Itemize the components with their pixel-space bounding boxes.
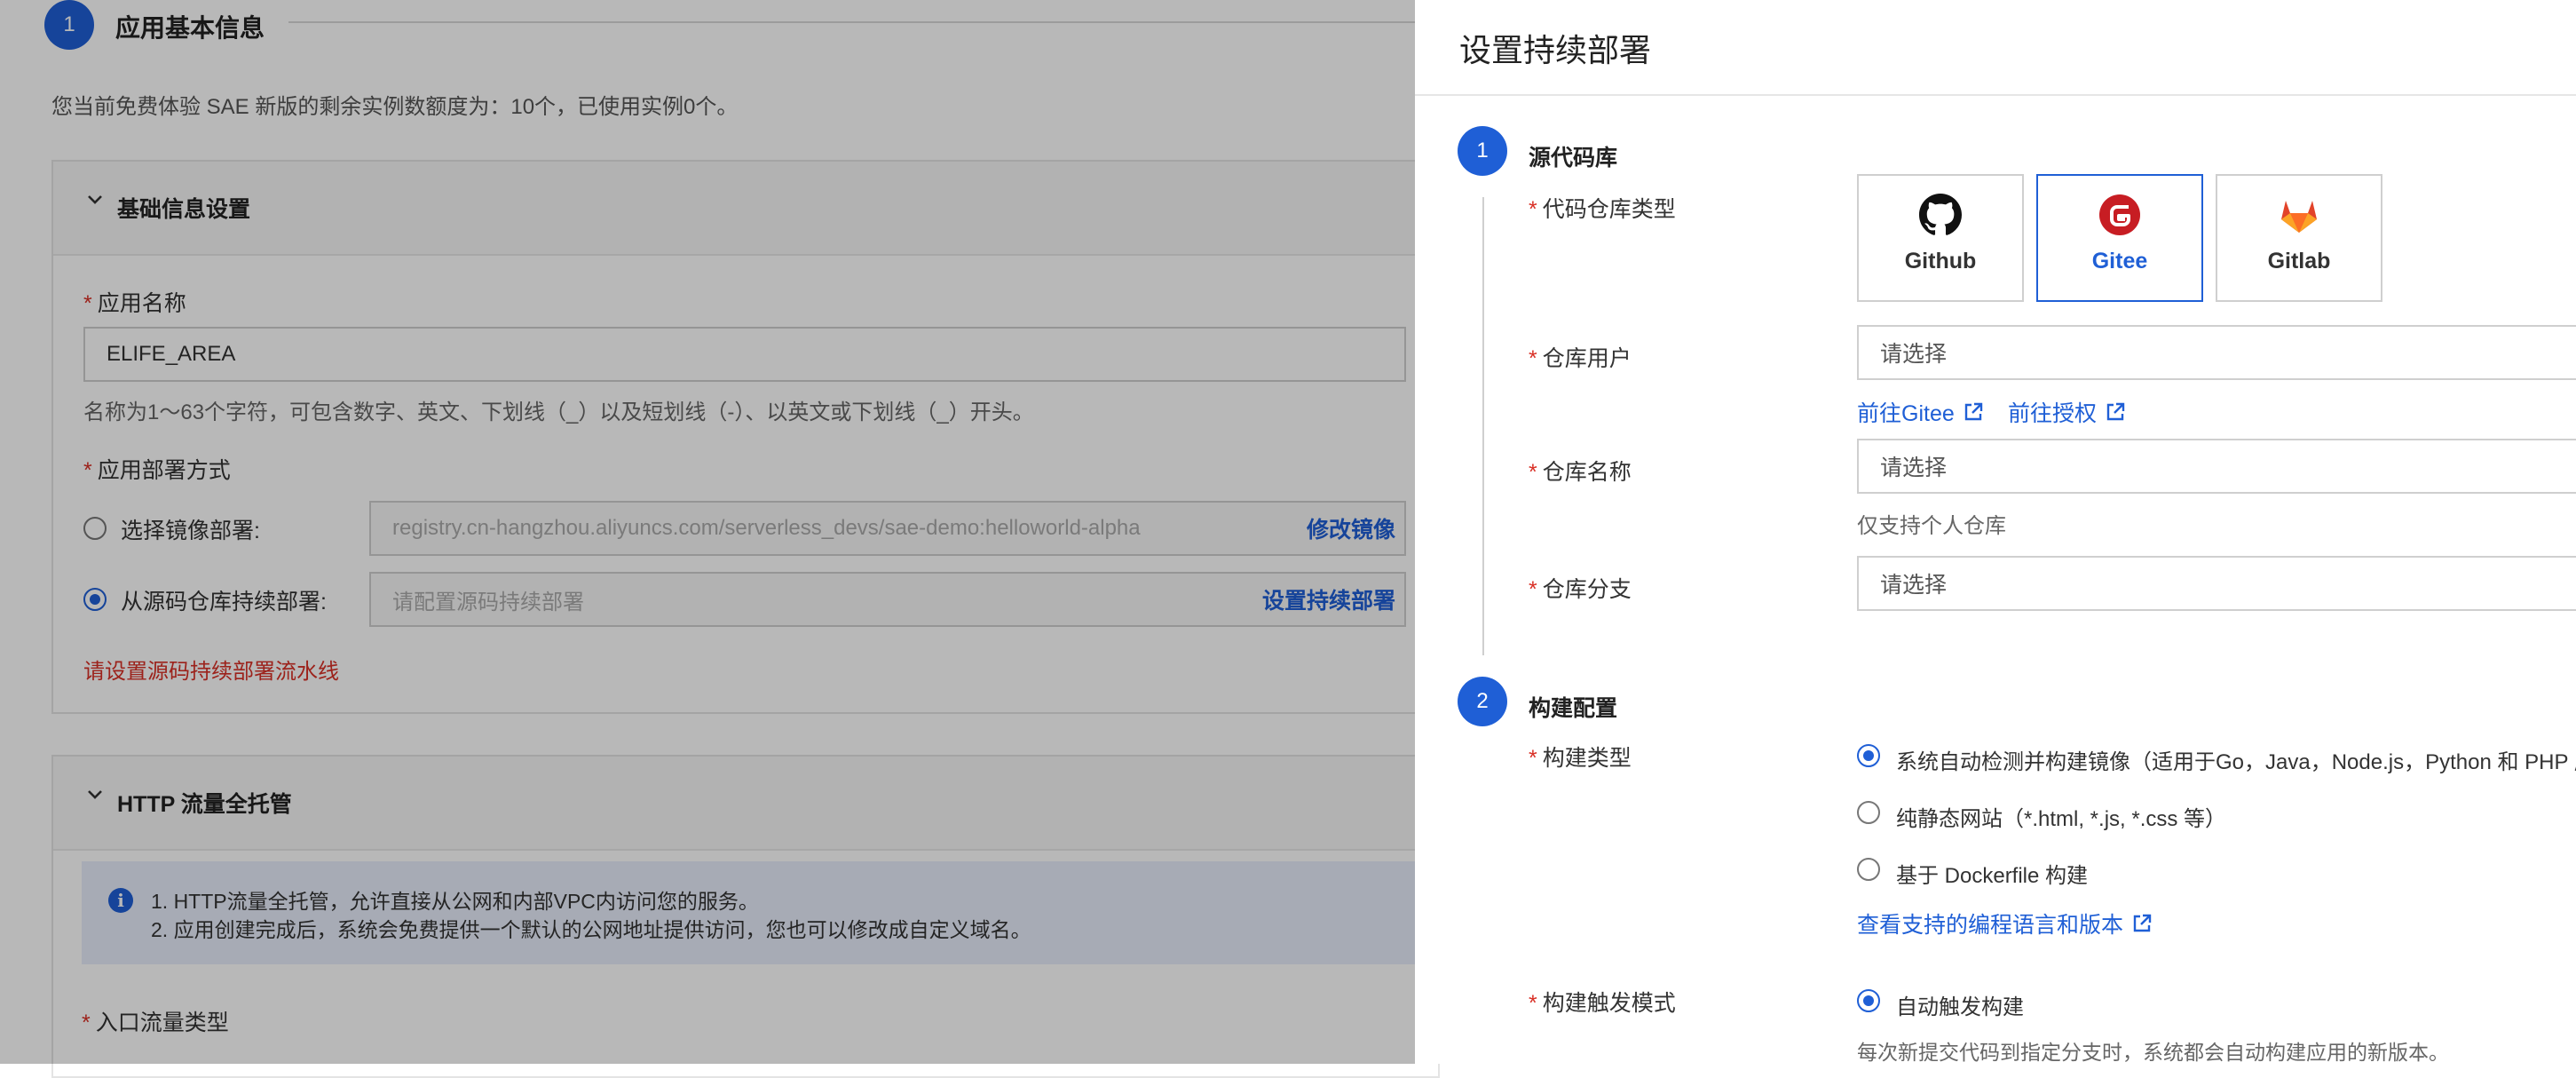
repo-user-label: * 仓库用户 [1529,346,1632,371]
gitlab-label: Gitlab [2267,249,2331,273]
branch-select[interactable]: 请选择 [1857,556,2576,611]
supported-languages-text: 查看支持的编程语言和版本 [1857,913,2124,938]
supported-languages-link[interactable]: 查看支持的编程语言和版本 [1857,908,2152,939]
goto-gitee-link[interactable]: 前往Gitee [1857,396,1983,428]
repo-name-select[interactable]: 请选择 [1857,439,2576,494]
goto-auth-link[interactable]: 前往授权 [2008,396,2125,428]
repo-type-label: * 代码仓库类型 [1529,197,1676,222]
gitee-icon [2099,194,2140,235]
gitlab-icon [2281,201,2317,233]
gitee-label: Gitee [2091,249,2148,273]
build-type-label: * 构建类型 [1529,746,1632,771]
drawer-title: 设置持续部署 [1459,32,1652,68]
step-1-circle: 1 [1458,126,1507,176]
modal-overlay[interactable] [0,0,1420,1064]
repo-name-label: * 仓库名称 [1529,460,1632,485]
external-link-icon [2106,402,2125,421]
continuous-deploy-drawer: 设置持续部署 1 源代码库 * 代码仓库类型 Github Gitee Gitla… [1415,0,2576,1064]
branch-label: * 仓库分支 [1529,577,1632,602]
build-option-auto-radio[interactable] [1857,744,1880,767]
build-option-dockerfile-radio[interactable] [1857,858,1880,881]
github-label: Github [1904,249,1977,273]
step-1-connector [1482,197,1484,655]
repo-type-gitlab[interactable]: Gitlab [2216,174,2382,302]
goto-gitee-text: 前往Gitee [1857,401,1955,426]
step-2-circle: 2 [1458,677,1507,726]
github-icon [1919,194,1962,235]
drawer-divider [1415,94,2576,96]
goto-auth-text: 前往授权 [2008,401,2098,426]
trigger-auto-label: 自动触发构建 [1896,995,2024,1019]
repo-name-help: 仅支持个人仓库 [1857,514,2006,538]
repo-name-placeholder: 请选择 [1880,456,1948,480]
repo-type-github[interactable]: Github [1857,174,2024,302]
trigger-help: 每次新提交代码到指定分支时，系统都会自动构建应用的新版本。 [1857,1041,2449,1064]
external-link-icon [2133,914,2152,932]
build-option-static-radio[interactable] [1857,801,1880,824]
step-2-number: 2 [1476,689,1489,713]
repo-user-select[interactable]: 请选择 [1857,325,2576,380]
trigger-mode-label: * 构建触发模式 [1529,991,1676,1016]
repo-type-gitee[interactable]: Gitee [2036,174,2203,302]
step-2-title: 构建配置 [1529,696,1618,721]
trigger-auto-radio[interactable] [1857,989,1880,1012]
build-option-auto-label: 系统自动检测并构建镜像（适用于Go，Java，Node.js，Python 和 … [1896,750,2576,774]
step-1-title: 源代码库 [1529,146,1618,170]
external-link-icon [1964,402,1982,421]
step-1-number: 1 [1476,139,1489,162]
repo-user-placeholder: 请选择 [1880,342,1948,367]
build-option-static-label: 纯静态网站（*.html, *.js, *.css 等） [1896,807,2227,831]
build-option-dockerfile-label: 基于 Dockerfile 构建 [1896,864,2089,888]
branch-placeholder: 请选择 [1880,573,1948,598]
